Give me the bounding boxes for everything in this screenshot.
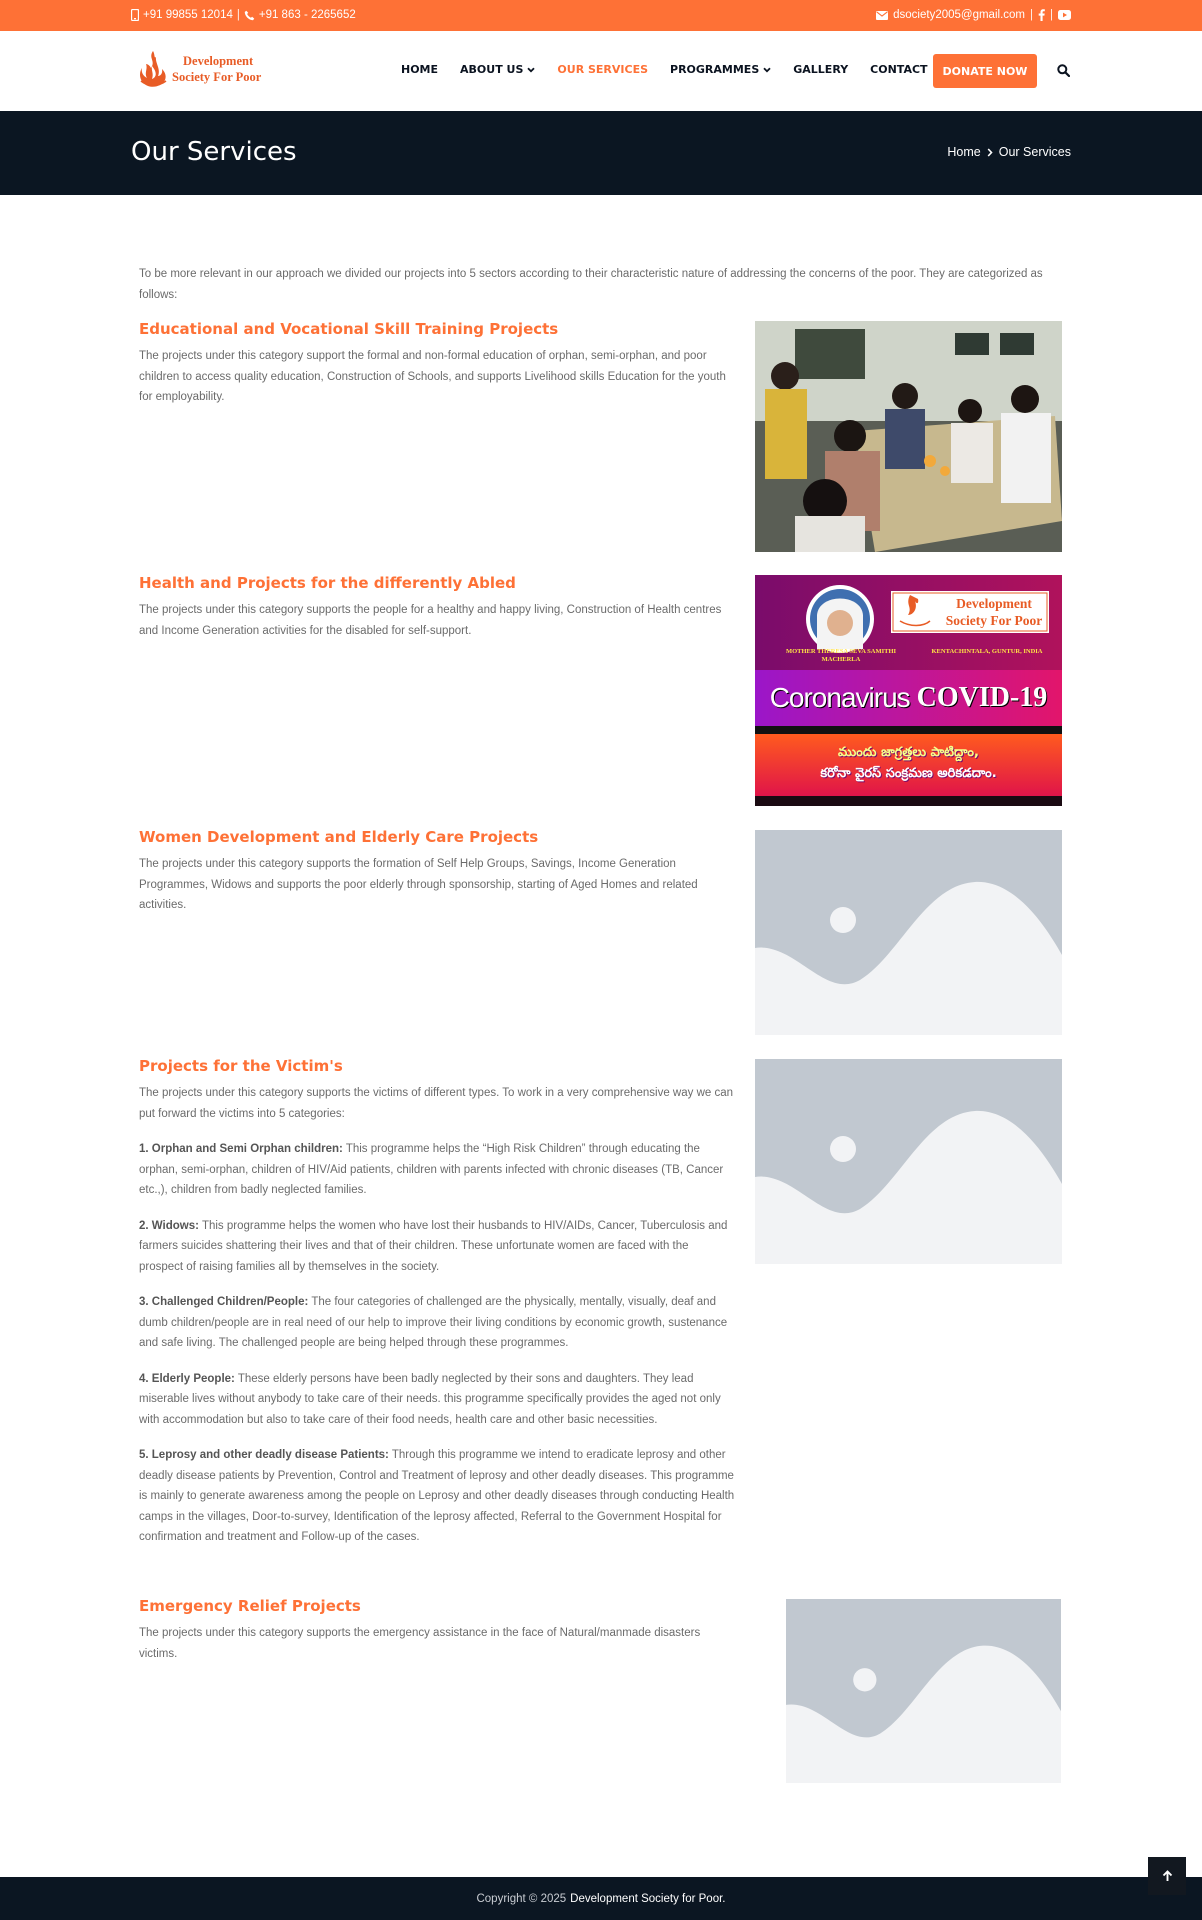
logo-text: Development Society For Poor xyxy=(172,53,261,85)
section-title-victims: Projects for the Victim's xyxy=(139,1057,343,1075)
poster-telugu-message: ముందు జాగ్రత్తలు పాటిద్దాం, కరోనా వైరస్ … xyxy=(755,734,1062,796)
nav-home[interactable]: HOME xyxy=(401,63,438,76)
logo-line-2: Society For Poor xyxy=(172,70,262,84)
poster-org-left: MOTHER THERESA SEVA SAMITHI MACHERLA xyxy=(785,648,897,663)
chevron-down-icon xyxy=(527,67,536,72)
poster-brand: Development Society For Poor xyxy=(938,595,1050,629)
image-placeholder xyxy=(786,1599,1061,1783)
chevron-right-icon xyxy=(987,147,993,157)
placeholder-image-icon xyxy=(755,1059,1062,1264)
nav-gallery-label: GALLERY xyxy=(793,63,849,76)
victim-category-1: 1. Orphan and Semi Orphan children: This… xyxy=(139,1139,735,1201)
chevron-down-icon xyxy=(763,67,771,72)
main-navigation: HOME ABOUT US OUR SERVICES PROGRAMMES GA… xyxy=(401,63,950,76)
search-icon[interactable] xyxy=(1057,64,1070,77)
contact-phones: +91 99855 12014 | +91 863 - 2265652 xyxy=(131,9,356,21)
top-bar: +91 99855 12014 | +91 863 - 2265652 dsoc… xyxy=(0,0,1202,31)
victim-category-2-text: This programme helps the women who have … xyxy=(139,1219,728,1273)
poster-headline-b: COVID-19 xyxy=(916,682,1048,713)
logo-line-1: Development xyxy=(183,54,254,68)
victim-category-3-label: 3. Challenged Children/People: xyxy=(139,1296,309,1308)
email-link[interactable]: dsociety2005@gmail.com xyxy=(893,9,1025,21)
victim-category-3: 3. Challenged Children/People: The four … xyxy=(139,1292,735,1354)
mobile-icon xyxy=(131,9,139,21)
section-text-health: The projects under this category support… xyxy=(139,604,722,637)
breadcrumb-home[interactable]: Home xyxy=(947,145,980,159)
site-footer: Copyright © 2025 Development Society for… xyxy=(0,1877,1202,1920)
nav-programmes[interactable]: PROGRAMMES xyxy=(670,63,771,76)
poster-divider xyxy=(755,726,1062,734)
youtube-icon[interactable] xyxy=(1058,10,1071,20)
nav-gallery[interactable]: GALLERY xyxy=(793,63,848,76)
poster-telugu-line-2: కరోనా వైరస్ సంక్రమణ అరికడదాం. xyxy=(820,766,997,781)
image-placeholder xyxy=(755,1059,1062,1264)
section-title-health: Health and Projects for the differently … xyxy=(139,574,516,592)
separator: | xyxy=(1030,9,1033,21)
back-to-top-button[interactable] xyxy=(1148,1857,1186,1895)
victim-category-4-label: 4. Elderly People: xyxy=(139,1372,235,1385)
nav-home-label: HOME xyxy=(401,63,439,76)
site-logo[interactable]: Development Society For Poor xyxy=(138,49,261,89)
nav-contact[interactable]: CONTACT xyxy=(870,63,927,76)
victim-category-2-label: 2. Widows: xyxy=(139,1219,199,1232)
copyright-text: Copyright © 2025 xyxy=(476,1892,567,1905)
landline-number[interactable]: +91 863 - 2265652 xyxy=(259,9,356,21)
nav-about-us-label: ABOUT US xyxy=(460,63,524,76)
separator: | xyxy=(1050,9,1053,21)
classroom-scene-image xyxy=(755,321,1062,552)
nav-about-us[interactable]: ABOUT US xyxy=(460,63,536,76)
poster-org-right: KENTACHINTALA, GUNTUR, INDIA xyxy=(931,648,1043,655)
mobile-number[interactable]: +91 99855 12014 xyxy=(143,9,233,21)
placeholder-image-icon xyxy=(786,1599,1061,1783)
envelope-icon xyxy=(876,10,889,20)
victim-category-4: 4. Elderly People: These elderly persons… xyxy=(139,1369,735,1431)
separator: | xyxy=(236,9,240,21)
education-photo xyxy=(755,321,1062,552)
placeholder-image-icon xyxy=(755,830,1062,1035)
section-body-victims: The projects under this category support… xyxy=(139,1083,735,1563)
covid-awareness-poster: Development Society For Poor MOTHER THER… xyxy=(755,575,1062,806)
donate-now-button[interactable]: DONATE NOW xyxy=(933,54,1037,88)
poster-brand-line-2: Society For Poor xyxy=(945,613,1043,628)
page-banner: Our Services Home Our Services xyxy=(0,111,1202,195)
contact-email-social: dsociety2005@gmail.com | | xyxy=(876,9,1071,21)
site-header: Development Society For Poor HOME ABOUT … xyxy=(0,31,1202,111)
nav-our-services-label: OUR SERVICES xyxy=(557,63,649,76)
section-text-education: The projects under this category support… xyxy=(139,350,726,403)
nav-our-services[interactable]: OUR SERVICES xyxy=(557,63,648,76)
section-title-women-elderly: Women Development and Elderly Care Proje… xyxy=(139,828,539,846)
section-title-emergency: Emergency Relief Projects xyxy=(139,1597,361,1615)
image-placeholder xyxy=(755,830,1062,1035)
phone-icon xyxy=(244,10,255,20)
poster-footer-bar xyxy=(755,796,1062,806)
poster-headline-a: Coronavirus xyxy=(769,682,911,713)
footer-brand-link[interactable]: Development Society for Poor. xyxy=(570,1893,725,1905)
victim-category-5: 5. Leprosy and other deadly disease Pati… xyxy=(139,1445,735,1548)
breadcrumb-current: Our Services xyxy=(998,145,1071,159)
section-text-emergency: The projects under this category support… xyxy=(139,1627,701,1660)
page-title: Our Services xyxy=(131,137,297,167)
poster-telugu-line-1: ముందు జాగ్రత్తలు పాటిద్దాం, xyxy=(838,745,979,760)
breadcrumb: Home Our Services xyxy=(947,145,1071,159)
arrow-up-icon xyxy=(1162,1870,1172,1881)
flame-logo-icon xyxy=(140,51,167,87)
victim-category-2: 2. Widows: This programme helps the wome… xyxy=(139,1216,735,1278)
section-title-education: Educational and Vocational Skill Trainin… xyxy=(139,320,559,338)
poster-headline: Coronavirus COVID-19 xyxy=(755,670,1062,726)
intro-text: To be more relevant in our approach we d… xyxy=(139,268,1043,301)
victim-category-1-label: 1. Orphan and Semi Orphan children: xyxy=(139,1143,343,1155)
section-text-victims: The projects under this category support… xyxy=(139,1087,734,1120)
section-text-women-elderly: The projects under this category support… xyxy=(139,858,698,911)
victim-category-5-label: 5. Leprosy and other deadly disease Pati… xyxy=(139,1449,389,1461)
nav-programmes-label: PROGRAMMES xyxy=(670,63,760,76)
poster-brand-line-1: Development xyxy=(956,596,1032,611)
victim-category-5-text: Through this programme we intend to erad… xyxy=(139,1449,735,1543)
nav-contact-label: CONTACT xyxy=(870,63,928,76)
facebook-icon[interactable] xyxy=(1038,9,1045,21)
